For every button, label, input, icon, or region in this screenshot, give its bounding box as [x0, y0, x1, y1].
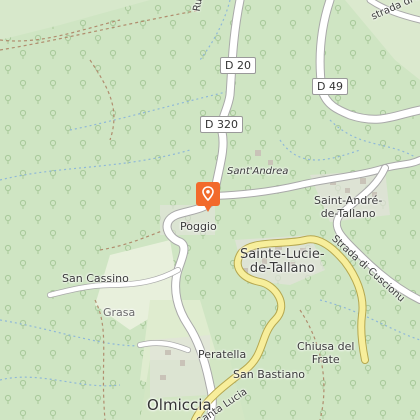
map-canvas[interactable]: D 20 D 320 D 49 strada di Fo Ru Strada d… [0, 0, 420, 420]
place-label-sainte-lucie: Sainte-Lucie- de-Tallano [240, 247, 325, 276]
place-label-sant-andrea: Sant'Andrea [227, 166, 289, 177]
place-label-san-bastiano: San Bastiano [233, 368, 306, 381]
place-label-peratella: Peratella [198, 348, 247, 361]
place-label-poggio: Poggio [180, 220, 217, 233]
location-marker[interactable] [196, 182, 220, 212]
street-label-ru: Ru [191, 0, 205, 13]
road-shield-d20: D 20 [220, 57, 256, 74]
place-label-grasa: Grasa [103, 306, 136, 319]
road-shield-d320: D 320 [200, 116, 243, 133]
place-label-saint-andre: Saint-André- de-Tallano [314, 194, 383, 220]
place-label-san-cassino: San Cassino [62, 272, 129, 285]
location-pin-icon [202, 186, 214, 202]
place-label-olmiccia: Olmiccia [147, 396, 212, 414]
road-shield-d49: D 49 [312, 78, 348, 95]
place-label-chiusa-del-frate: Chiusa del Frate [297, 340, 355, 366]
